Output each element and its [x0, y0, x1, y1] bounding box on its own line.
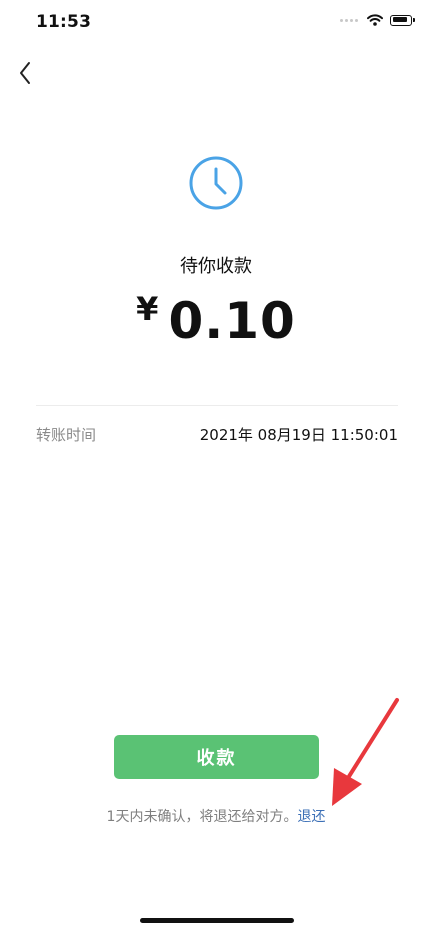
wifi-icon	[367, 14, 383, 26]
back-button[interactable]	[10, 56, 40, 90]
divider	[36, 405, 398, 406]
return-link[interactable]: 退还	[297, 809, 325, 825]
transfer-time-label: 转账时间	[36, 426, 97, 444]
clock-icon	[189, 156, 243, 210]
transfer-time-value: 2021年 08月19日 11:50:01	[199, 426, 398, 444]
currency-symbol: ¥	[136, 290, 159, 328]
status-bar: 11:53	[0, 0, 436, 46]
home-indicator	[140, 918, 294, 923]
return-note: 1天内未确认，将退还给对方。退还	[0, 806, 432, 826]
status-icons	[340, 14, 415, 26]
transfer-time-row: 转账时间 2021年 08月19日 11:50:01	[36, 424, 398, 445]
amount-value: 0.10	[168, 292, 296, 350]
battery-icon	[390, 14, 415, 26]
transfer-status-text: 待你收款	[180, 256, 252, 277]
return-note-text: 1天内未确认，将退还给对方。	[106, 809, 298, 825]
status-time: 11:53	[36, 12, 92, 32]
transfer-amount: ¥0.10	[0, 290, 432, 350]
red-arrow-annotation	[332, 698, 399, 806]
chevron-left-icon	[20, 62, 30, 84]
receive-button[interactable]: 收款	[114, 735, 319, 779]
signal-dots-icon	[340, 18, 358, 22]
